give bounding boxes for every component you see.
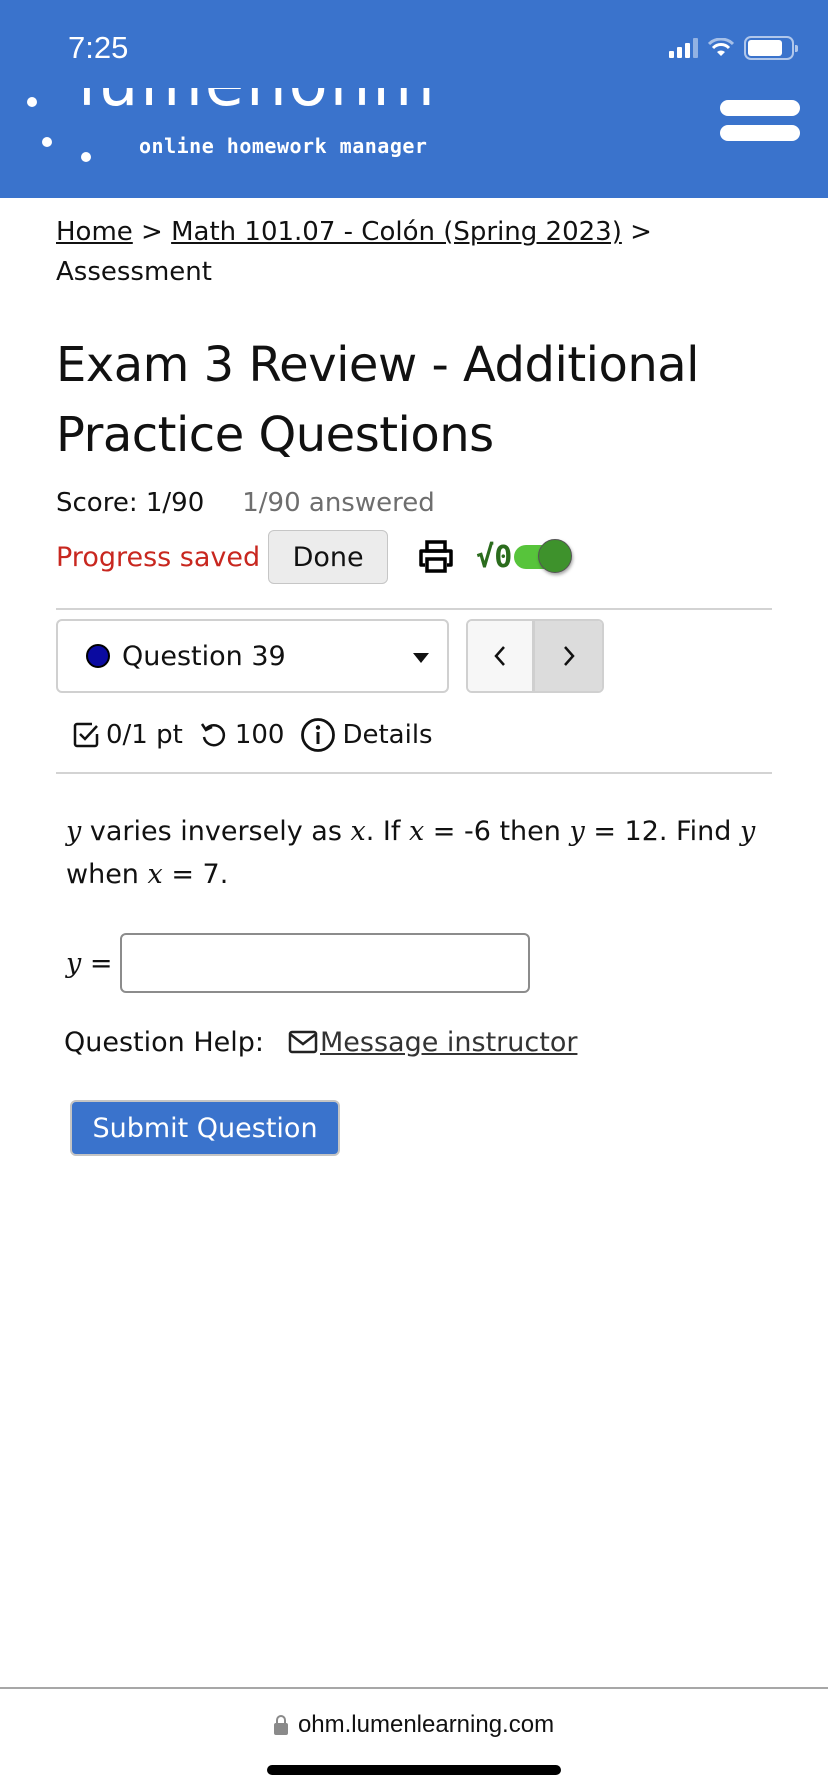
breadcrumb-separator: > (630, 217, 652, 247)
question-help-label: Question Help: (64, 1026, 264, 1058)
points-info: 0/1 pt (72, 720, 183, 750)
attempts-info: 100 (199, 720, 285, 750)
hamburger-menu-icon[interactable] (720, 100, 800, 144)
status-time: 7:25 (68, 30, 129, 65)
breadcrumb-separator: > (141, 217, 163, 247)
divider (56, 608, 772, 610)
app-header: 7:25 lumenohm online homework manager (0, 0, 828, 198)
chevron-right-icon (563, 646, 575, 666)
score: Score: 1/90 (56, 488, 205, 518)
breadcrumb-home[interactable]: Home (56, 217, 133, 247)
logo-word: lumenohm (78, 88, 437, 116)
main-content: Home > Math 101.07 - Colón (Spring 2023)… (56, 198, 772, 1156)
checkbox-checked-icon (73, 722, 99, 748)
message-instructor-label: Message instructor (320, 1026, 578, 1058)
divider (56, 772, 772, 774)
question-help: Question Help: Message instructor (56, 1022, 772, 1062)
home-indicator[interactable] (267, 1765, 561, 1775)
info-icon (301, 718, 336, 752)
answer-label: y = (66, 948, 112, 979)
done-button[interactable]: Done (268, 530, 389, 584)
equals-sign: = (89, 947, 113, 979)
breadcrumb-current: Assessment (56, 257, 212, 287)
cellular-signal-icon (669, 38, 698, 58)
chevron-left-icon (494, 646, 505, 666)
question-text-part: . If (365, 816, 409, 847)
math-var: x (147, 859, 163, 890)
attempts-value: 100 (234, 720, 285, 750)
battery-icon (744, 36, 798, 60)
retry-icon (200, 723, 225, 747)
status-icons (669, 36, 798, 60)
logo[interactable]: lumenohm (78, 88, 458, 130)
progress-status: Progress saved (56, 541, 261, 573)
answer-input[interactable] (120, 933, 531, 993)
logo-dot (27, 97, 37, 107)
math-var: x (408, 816, 425, 847)
question-select[interactable]: Question 39 (56, 619, 449, 693)
question-text-part: = 12. Find (584, 816, 740, 847)
previous-question-button[interactable] (468, 621, 535, 691)
answered-count: 1/90 answered (242, 488, 435, 518)
lock-icon (273, 1715, 288, 1735)
question-status-dot (86, 644, 110, 668)
page-title: Exam 3 Review - Additional Practice Ques… (56, 337, 700, 463)
question-meta: 0/1 pt 100 Details (56, 712, 772, 758)
logo-dot (81, 152, 91, 162)
score-row: Score: 1/90 1/90 answered (56, 482, 772, 524)
question-navigation: Question 39 (56, 618, 772, 694)
details-toggle[interactable]: Details (300, 717, 433, 753)
answer-row: y = (56, 932, 772, 994)
printer-icon[interactable] (416, 537, 456, 577)
progress-row: Progress saved Done √0 (56, 526, 772, 588)
math-var: y (66, 816, 82, 847)
logo-dot (42, 137, 52, 147)
breadcrumb: Home > Math 101.07 - Colón (Spring 2023)… (56, 212, 772, 292)
toggle-switch[interactable] (514, 539, 573, 573)
question-text: y varies inversely as x. If x = -6 then … (56, 810, 772, 896)
math-var: y (739, 816, 756, 847)
message-instructor-link[interactable]: Message instructor (288, 1027, 577, 1058)
submit-question-button[interactable]: Submit Question (70, 1100, 340, 1156)
details-label: Details (342, 720, 433, 750)
wifi-icon (708, 38, 734, 56)
question-pager (466, 619, 604, 693)
browser-bottom-bar: ohm.lumenlearning.com (0, 1687, 828, 1792)
question-text-part: = 7. (162, 859, 229, 890)
sqrt-icon: √0 (476, 539, 513, 575)
math-var: y (569, 816, 585, 847)
math-var: y (66, 947, 82, 979)
math-var: x (350, 816, 366, 847)
url-bar[interactable]: ohm.lumenlearning.com (0, 1711, 828, 1739)
breadcrumb-course[interactable]: Math 101.07 - Colón (Spring 2023) (171, 217, 622, 247)
caret-down-icon (413, 653, 429, 663)
math-display-toggle[interactable]: √0 (476, 539, 573, 575)
logo-tagline: online homework manager (139, 134, 428, 158)
question-text-part: when (66, 859, 148, 890)
next-question-button[interactable] (535, 621, 602, 691)
points-value: 0/1 pt (106, 720, 183, 750)
envelope-icon (288, 1030, 318, 1054)
url-text: ohm.lumenlearning.com (297, 1711, 555, 1738)
question-select-label: Question 39 (122, 640, 286, 672)
question-text-part: = -6 then (424, 816, 570, 847)
question-text-part: varies inversely as (81, 816, 351, 847)
